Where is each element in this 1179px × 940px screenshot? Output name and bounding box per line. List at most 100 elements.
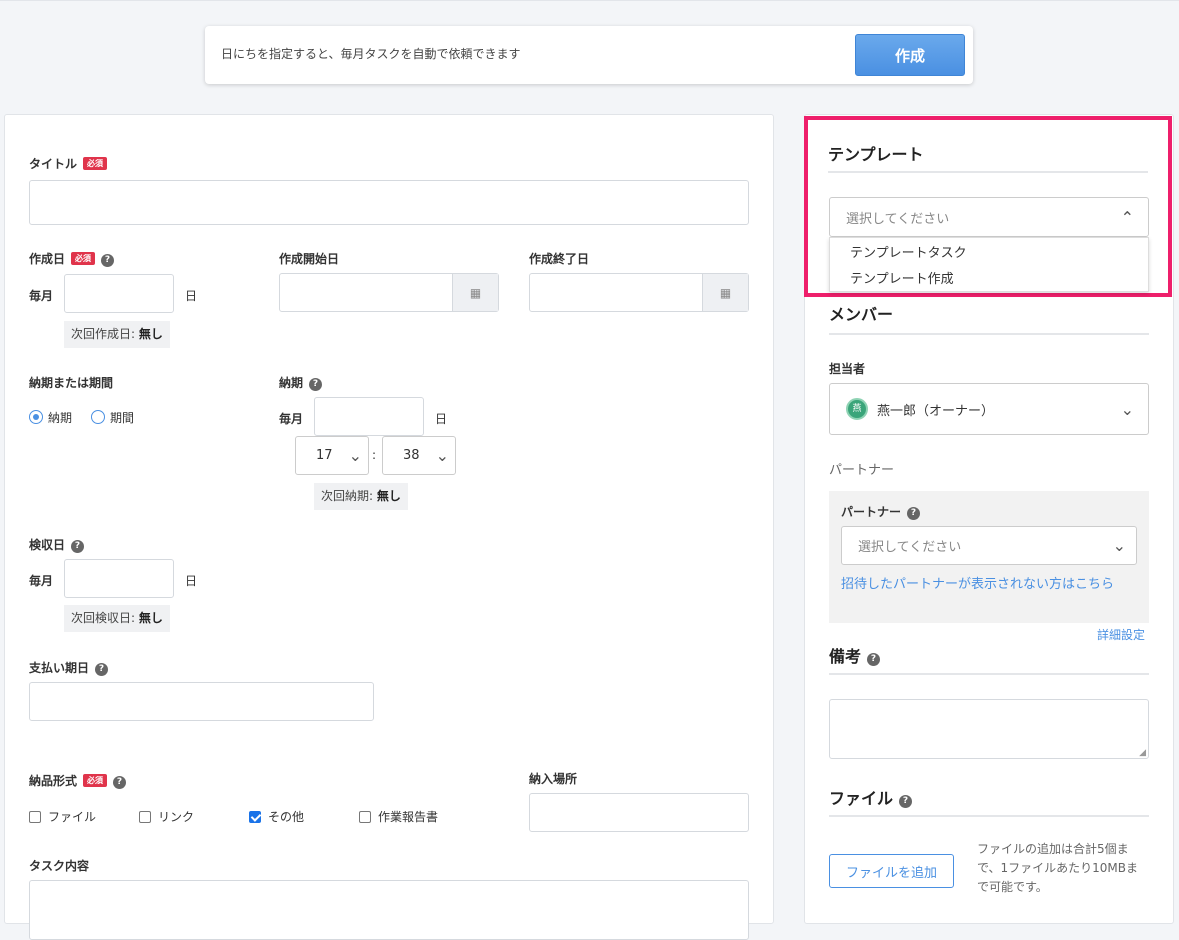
next-deadline-label: 次回納期: [321, 489, 374, 503]
next-inspection-value: 無し [138, 611, 163, 625]
required-badge: 必須 [71, 252, 96, 265]
radio-selected-icon[interactable] [29, 410, 43, 424]
minute-value: 38 [403, 448, 420, 463]
assignee-value: 燕 燕一郎（オーナー） [846, 398, 994, 420]
partner-label-row: パートナー? [841, 503, 921, 520]
title-label-row: タイトル 必須 [29, 155, 108, 172]
assignee-select[interactable]: 燕 燕一郎（オーナー） ⌄ [829, 383, 1149, 435]
creation-start-input[interactable]: ▦ [279, 273, 499, 312]
add-file-button[interactable]: ファイルを追加 [829, 854, 954, 888]
banner-text: 日にちを指定すると、毎月タスクを自動で依頼できます [221, 47, 521, 61]
radio-deadline[interactable]: 納期 [29, 409, 72, 426]
template-title: テンプレート [828, 145, 924, 164]
assignee-label: 担当者 [829, 362, 866, 376]
calendar-icon[interactable]: ▦ [452, 274, 498, 311]
resize-handle-icon[interactable]: ◢ [1139, 748, 1146, 758]
chevron-down-icon: ⌄ [1120, 399, 1134, 419]
payment-due-input[interactable] [29, 682, 374, 721]
checkbox-icon[interactable] [139, 811, 151, 823]
creation-day-label-row: 作成日 必須? [29, 250, 115, 267]
next-inspection-label: 次回検収日: [71, 611, 136, 625]
payment-due-label-row: 支払い期日? [29, 659, 109, 676]
delivery-format-label: 納品形式 [29, 774, 78, 788]
creation-end-input[interactable]: ▦ [529, 273, 749, 312]
template-dropdown-menu: テンプレートタスク テンプレート作成 [829, 237, 1149, 292]
title-label: タイトル [29, 157, 78, 171]
next-deadline-value: 無し [376, 489, 401, 503]
inspection-day-label-row: 検収日? [29, 536, 85, 553]
radio-period[interactable]: 期間 [91, 409, 134, 426]
partner-placeholder: 選択してください [858, 540, 962, 555]
member-title: メンバー [829, 305, 894, 324]
partner-label: パートナー [841, 505, 902, 519]
delivery-place-input[interactable] [529, 793, 749, 832]
partner-help-link[interactable]: 招待したパートナーが表示されない方はこちら [841, 573, 1114, 592]
format-option-report[interactable]: 作業報告書 [359, 808, 438, 825]
hour-select[interactable]: 17 ⌄ [295, 436, 369, 475]
chevron-down-icon: ⌄ [1112, 536, 1126, 555]
creation-day-label: 作成日 [29, 252, 66, 266]
inspection-day-input[interactable] [64, 559, 174, 598]
format-option-link[interactable]: リンク [139, 808, 194, 825]
deadline-day-suffix: 日 [435, 412, 448, 426]
notes-divider [829, 673, 1149, 675]
delivery-place-label: 納入場所 [529, 772, 578, 786]
checkbox-checked-icon[interactable] [249, 811, 261, 823]
payment-due-label: 支払い期日 [29, 661, 90, 675]
calendar-icon[interactable]: ▦ [702, 274, 748, 311]
creation-end-label: 作成終了日 [529, 252, 590, 266]
auto-task-banner: 日にちを指定すると、毎月タスクを自動で依頼できます 作成 [205, 26, 973, 84]
file-note: ファイルの追加は合計5個まで、1ファイルあたり10MBまで可能です。 [977, 842, 1139, 894]
minute-select[interactable]: 38 ⌄ [382, 436, 456, 475]
format-option-other[interactable]: その他 [249, 808, 304, 825]
notes-title-row: 備考? [829, 643, 881, 667]
template-section-highlight: テンプレート 選択してください ⌃ テンプレートタスク テンプレート作成 [804, 116, 1172, 297]
file-title: ファイル [829, 789, 894, 808]
notes-textarea[interactable]: ◢ [829, 699, 1149, 759]
help-icon[interactable]: ? [95, 663, 109, 676]
partner-select[interactable]: 選択してください ⌄ [841, 526, 1137, 565]
help-icon[interactable]: ? [113, 776, 127, 789]
chevron-up-icon: ⌃ [1120, 207, 1134, 227]
member-divider [829, 333, 1149, 335]
file-title-row: ファイル? [829, 785, 913, 809]
next-creation-label: 次回作成日: [71, 327, 136, 341]
avatar: 燕 [846, 398, 868, 420]
format-option-label: 作業報告書 [378, 810, 439, 824]
day-suffix: 日 [185, 289, 198, 303]
help-icon[interactable]: ? [309, 378, 323, 391]
delivery-format-label-row: 納品形式 必須? [29, 772, 127, 789]
time-separator: : [372, 448, 377, 462]
format-option-file[interactable]: ファイル [29, 808, 96, 825]
next-deadline: 次回納期: 無し [314, 483, 408, 510]
creation-start-label: 作成開始日 [279, 252, 340, 266]
radio-unselected-icon[interactable] [91, 410, 105, 424]
hour-value: 17 [316, 448, 333, 463]
detail-settings-link[interactable]: 詳細設定 [1097, 626, 1145, 643]
template-option-task[interactable]: テンプレートタスク [850, 242, 967, 261]
format-option-label: その他 [268, 810, 305, 824]
checkbox-icon[interactable] [359, 811, 371, 823]
help-icon[interactable]: ? [101, 254, 115, 267]
required-badge: 必須 [83, 157, 108, 170]
help-icon[interactable]: ? [71, 540, 85, 553]
checkbox-icon[interactable] [29, 811, 41, 823]
create-button[interactable]: 作成 [855, 34, 965, 76]
title-input[interactable] [29, 180, 749, 225]
partner-heading: パートナー [829, 463, 895, 478]
chevron-down-icon: ⌄ [348, 446, 362, 465]
template-select[interactable]: 選択してください ⌃ [829, 197, 1149, 237]
help-icon[interactable]: ? [899, 795, 913, 808]
help-icon[interactable]: ? [867, 653, 881, 666]
next-creation-date: 次回作成日: 無し [64, 321, 170, 348]
format-option-label: ファイル [48, 810, 97, 824]
inspection-day-suffix: 日 [185, 574, 198, 588]
partner-panel: パートナー? 選択してください ⌄ 招待したパートナーが表示されない方はこちら [829, 491, 1149, 623]
deadline-label-row: 納期? [279, 374, 323, 391]
top-divider [0, 0, 1179, 1]
template-option-create[interactable]: テンプレート作成 [850, 268, 954, 287]
help-icon[interactable]: ? [907, 507, 921, 520]
creation-day-input[interactable] [64, 274, 174, 313]
task-content-textarea[interactable] [29, 880, 749, 940]
deadline-day-input[interactable] [314, 397, 424, 436]
